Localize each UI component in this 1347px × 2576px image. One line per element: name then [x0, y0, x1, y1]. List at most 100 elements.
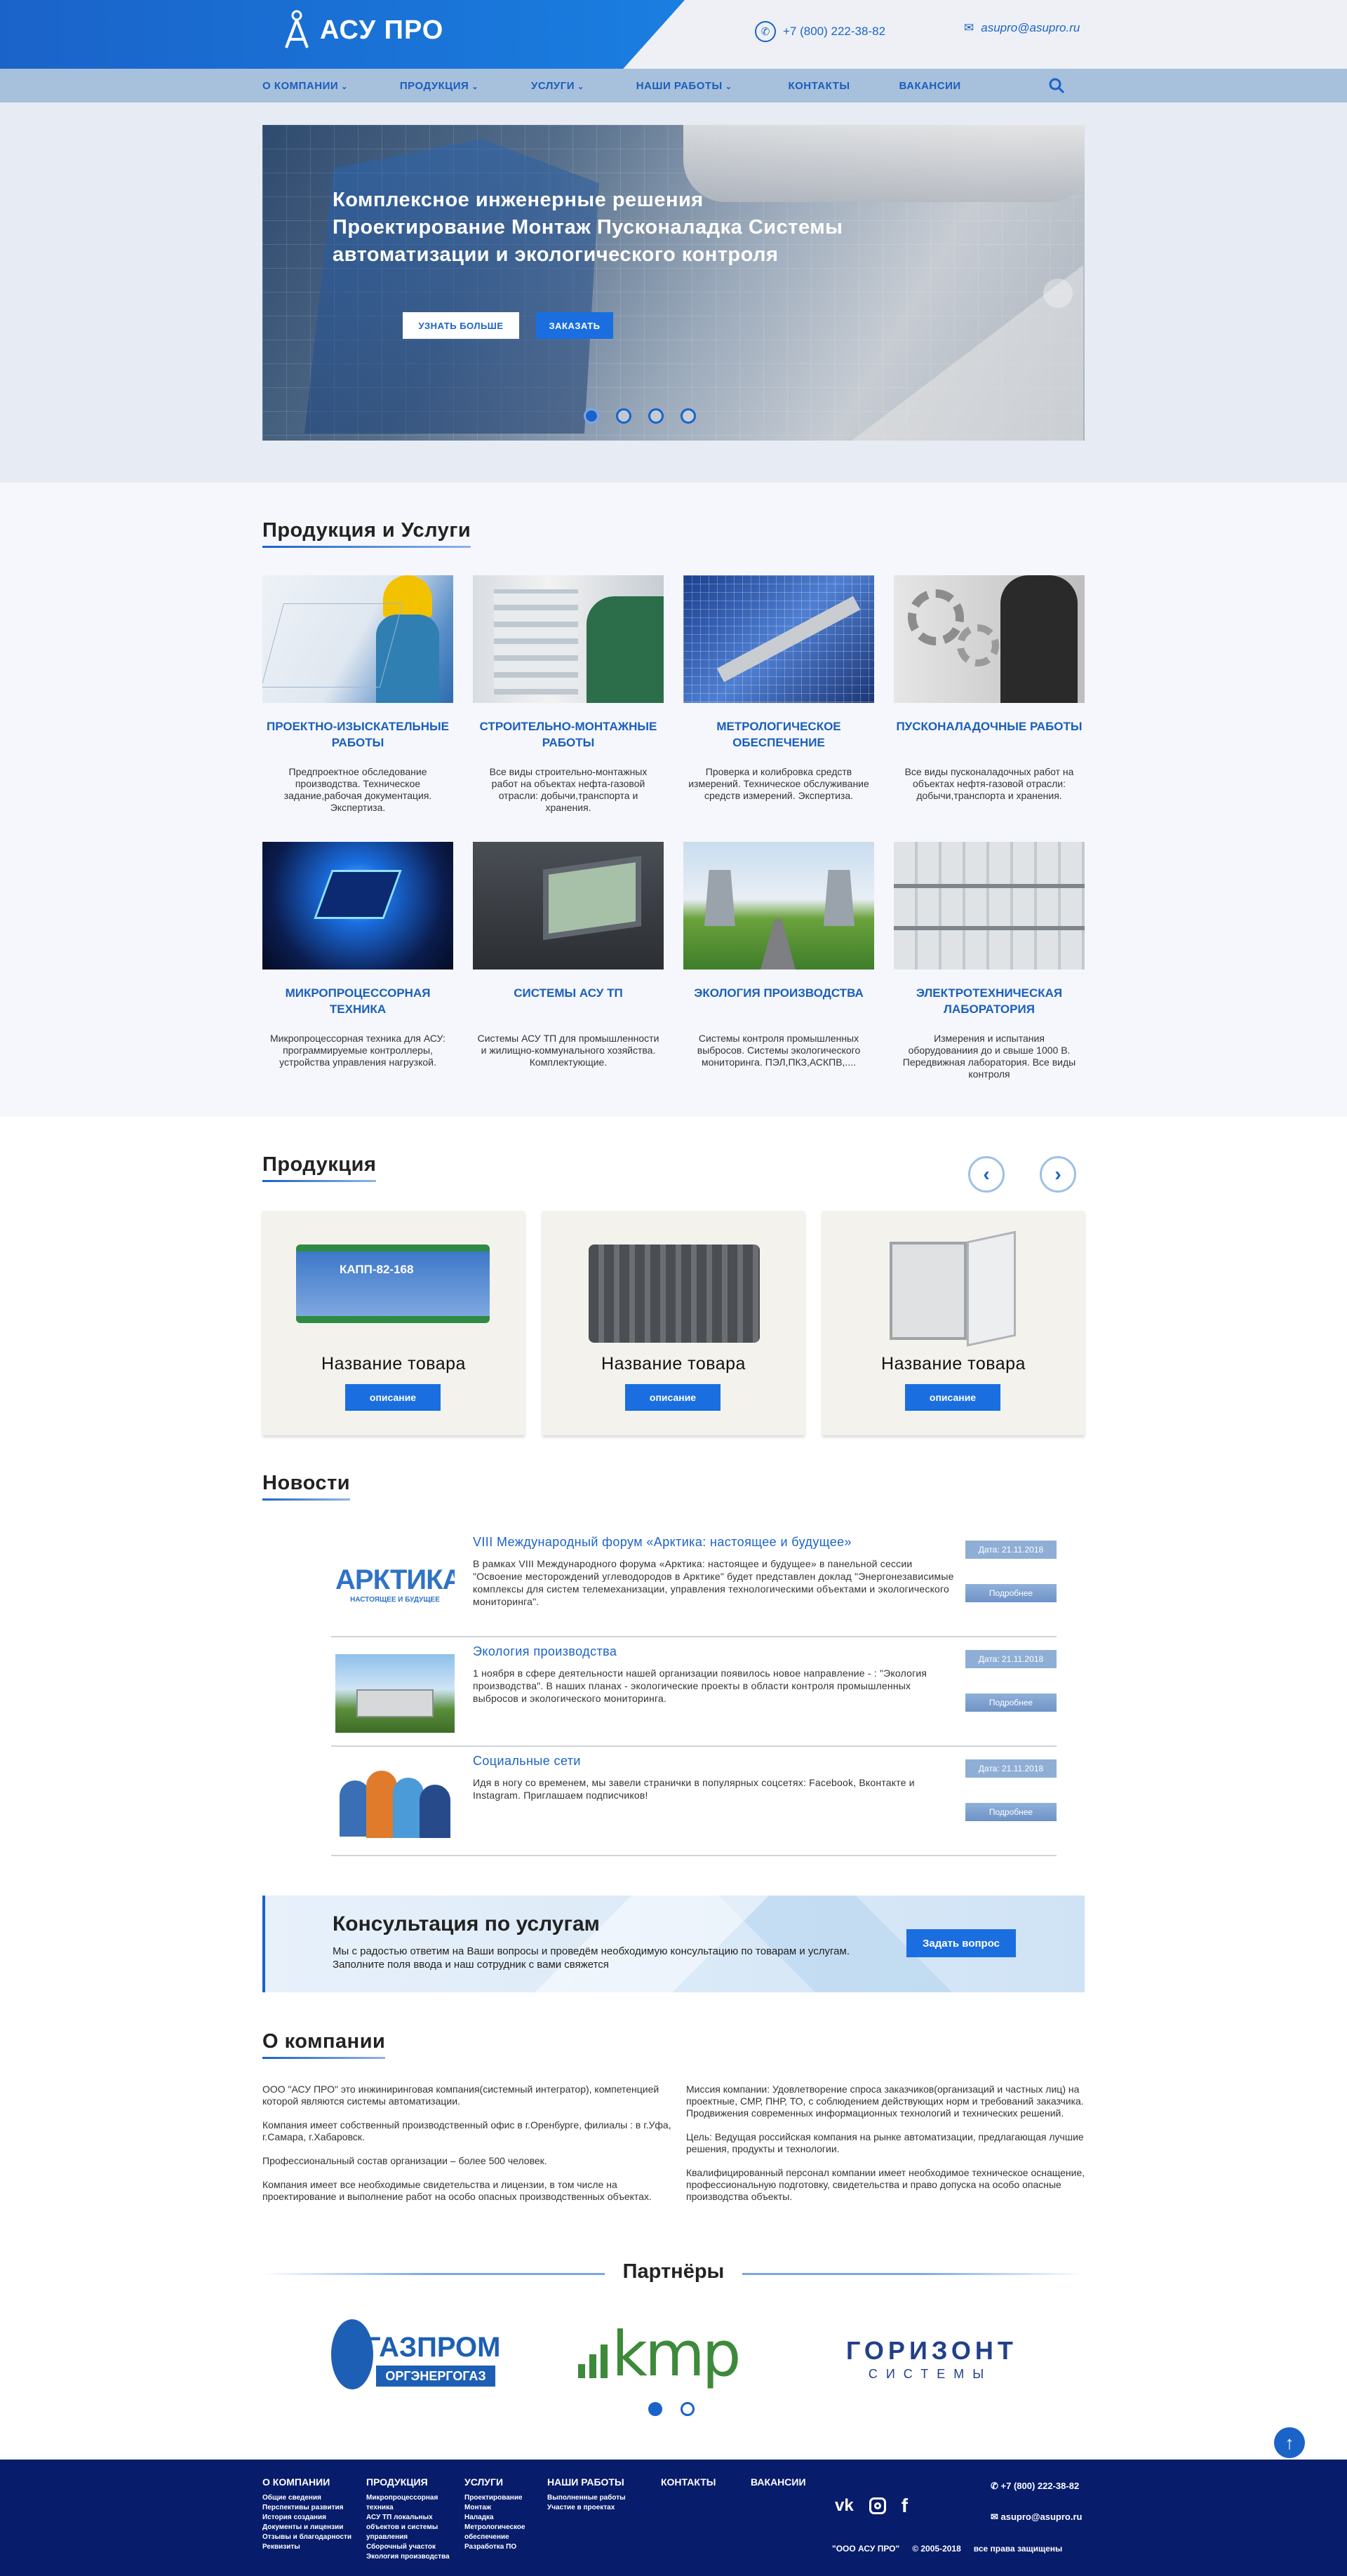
scroll-up-button[interactable]: ↑ [1274, 2427, 1305, 2458]
chevron-down-icon: ⌄ [471, 82, 479, 91]
logo[interactable]: АСУ ПРО [283, 10, 443, 51]
slider-dot[interactable] [584, 408, 599, 424]
service-card[interactable]: Системы АСУ ТП Системы АСУ ТП для промыш… [473, 842, 664, 1068]
partner-logo[interactable]: kmp [578, 2318, 768, 2392]
news-more-button[interactable]: Подробнее [965, 1584, 1057, 1602]
service-title[interactable]: Системы АСУ ТП [473, 985, 664, 1020]
nav-item-vacancies[interactable]: Вакансии [899, 80, 961, 92]
footer-link[interactable]: Выполненные работы [547, 2493, 626, 2503]
footer-email[interactable]: ✉ asupro@asupro.ru [991, 2511, 1083, 2523]
slider-dot[interactable] [648, 2402, 662, 2416]
news-item: Экология производства 1 ноября в сфере д… [331, 1637, 1057, 1747]
footer-link[interactable]: История создания [262, 2513, 351, 2523]
footer-heading[interactable]: Вакансии [751, 2476, 806, 2488]
nav-item-services[interactable]: Услуги ⌄ [531, 80, 584, 92]
chevron-down-icon: ⌄ [725, 82, 732, 91]
service-card[interactable]: Строительно-монтажные работы Все виды ст… [473, 575, 664, 814]
partner-logo[interactable]: ГОРИЗОНТ СИСТЕМЫ [846, 2336, 1014, 2385]
footer-link[interactable]: Участие в проектах [547, 2503, 626, 2513]
slider-dot[interactable] [616, 408, 631, 424]
footer-link[interactable]: Документы и лицензии [262, 2523, 351, 2533]
slider-dot[interactable] [648, 408, 664, 424]
service-card[interactable]: Микропроцессорная техника Микропроцессор… [262, 842, 453, 1068]
footer-heading[interactable]: Продукция [366, 2476, 453, 2488]
service-title[interactable]: Экология производства [683, 985, 874, 1020]
product-card[interactable]: Название товара описание [542, 1211, 805, 1435]
product-card[interactable]: КАПП-82-168 Название товара описание [262, 1211, 525, 1435]
footer-heading[interactable]: Контакты [661, 2476, 716, 2488]
service-desc: Микропроцессорная техника для АСУ: прогр… [269, 1033, 446, 1068]
footer-link[interactable]: АСУ ТП локальных объектов и системы упра… [366, 2513, 453, 2542]
nav-item-products[interactable]: Продукция ⌄ [400, 80, 478, 92]
product-description-button[interactable]: описание [905, 1384, 1000, 1411]
vk-icon[interactable]: vk [835, 2496, 854, 2516]
facebook-icon[interactable]: f [902, 2495, 908, 2517]
service-image [894, 575, 1085, 703]
about-paragraph: Цель: Ведущая российская компания на рын… [686, 2131, 1084, 2154]
slider-dot[interactable] [681, 408, 696, 424]
news-item: Социальные сети Идя в ногу со временем, … [331, 1747, 1057, 1856]
footer-col: О компании Общие сведения Перспективы ра… [262, 2476, 351, 2552]
learn-more-button[interactable]: УЗНАТЬ БОЛЬШЕ [403, 312, 519, 339]
news-more-button[interactable]: Подробнее [965, 1803, 1057, 1821]
service-title[interactable]: Метрологическое обеспечение [683, 718, 874, 753]
next-arrow[interactable]: › [1040, 1156, 1076, 1193]
service-card[interactable]: Электротехническая лаборатория Измерения… [894, 842, 1085, 1080]
header-email[interactable]: ✉ asupro@asupro.ru [964, 21, 1080, 35]
nav-item-contacts[interactable]: Контакты [788, 80, 850, 92]
search-icon[interactable] [1048, 77, 1065, 94]
section-title: Продукция и Услуги [262, 519, 471, 548]
footer-link[interactable]: Экология производства [366, 2552, 453, 2562]
footer-link[interactable]: Реквизиты [262, 2542, 351, 2552]
slider-dot[interactable] [681, 2402, 695, 2416]
service-title[interactable]: Проектно-изыскательные работы [262, 718, 453, 753]
footer-link[interactable]: Проектирование [464, 2493, 542, 2503]
service-title[interactable]: Строительно-монтажные работы [473, 718, 664, 753]
footer-link[interactable]: Отзывы и благодарности [262, 2533, 351, 2542]
footer-link[interactable]: Микропроцессорная техника [366, 2493, 453, 2513]
nav-item-works[interactable]: Наши работы ⌄ [636, 80, 732, 92]
news-title[interactable]: VIII Международный форум «Арктика: насто… [473, 1535, 922, 1550]
footer-link[interactable]: Наладка [464, 2513, 542, 2523]
service-title[interactable]: Пусконаладочные работы [894, 718, 1085, 753]
ask-question-button[interactable]: Задать вопрос [906, 1929, 1016, 1957]
news-title[interactable]: Социальные сети [473, 1754, 922, 1769]
footer-link[interactable]: Метрологическое обеспечение [464, 2523, 542, 2542]
prev-arrow[interactable]: ‹ [968, 1156, 1005, 1193]
footer-heading[interactable]: Наши работы [547, 2476, 626, 2488]
mail-icon: ✉ [964, 21, 974, 34]
service-card[interactable]: Метрологическое обеспечение Проверка и к… [683, 575, 874, 802]
news-title[interactable]: Экология производства [473, 1644, 922, 1659]
about-paragraph: Компания имеет все необходимые свидетель… [262, 2179, 652, 2202]
service-card[interactable]: Проектно-изыскательные работы Предпроект… [262, 575, 453, 814]
footer-link[interactable]: Сборочный участок [366, 2542, 453, 2552]
product-name: Название товара [601, 1354, 746, 1374]
news-more-button[interactable]: Подробнее [965, 1693, 1057, 1712]
partner-logo[interactable]: ГАЗПРОМ ОРГЭНЕРГОГАЗ [331, 2315, 504, 2399]
product-card[interactable]: Название товара описание [822, 1211, 1085, 1435]
service-title[interactable]: Электротехническая лаборатория [894, 985, 1085, 1020]
service-title[interactable]: Микропроцессорная техника [262, 985, 453, 1020]
order-button[interactable]: ЗАКАЗАТЬ [536, 312, 613, 339]
header-phone[interactable]: ✆ +7 (800) 222-38-82 [755, 21, 885, 42]
footer-heading[interactable]: О компании [262, 2476, 351, 2488]
footer-link[interactable]: Общие сведения [262, 2493, 351, 2503]
footer-heading[interactable]: Услуги [464, 2476, 542, 2488]
footer-link[interactable]: Перспективы развития [262, 2503, 351, 2513]
footer-col: Продукция Микропроцессорная техника АСУ … [366, 2476, 453, 2562]
product-image [822, 1223, 1085, 1350]
product-description-button[interactable]: описание [345, 1384, 441, 1411]
service-image [473, 842, 664, 970]
slider-dots [584, 408, 696, 424]
partner-dots [648, 2402, 695, 2416]
service-card[interactable]: Пусконаладочные работы Все виды пусконал… [894, 575, 1085, 802]
footer-link[interactable]: Разработка ПО [464, 2542, 542, 2552]
service-card[interactable]: Экология производства Системы контроля п… [683, 842, 874, 1068]
nav-item-about[interactable]: О компании ⌄ [262, 80, 348, 92]
instagram-icon[interactable] [869, 2497, 886, 2514]
footer-phone[interactable]: ✆ +7 (800) 222-38-82 [991, 2481, 1079, 2492]
product-description-button[interactable]: описание [625, 1384, 721, 1411]
header: АСУ ПРО ✆ +7 (800) 222-38-82 ✉ asupro@as… [0, 0, 1347, 69]
footer-link[interactable]: Монтаж [464, 2503, 542, 2513]
slider-next-arrow[interactable] [1043, 279, 1073, 308]
